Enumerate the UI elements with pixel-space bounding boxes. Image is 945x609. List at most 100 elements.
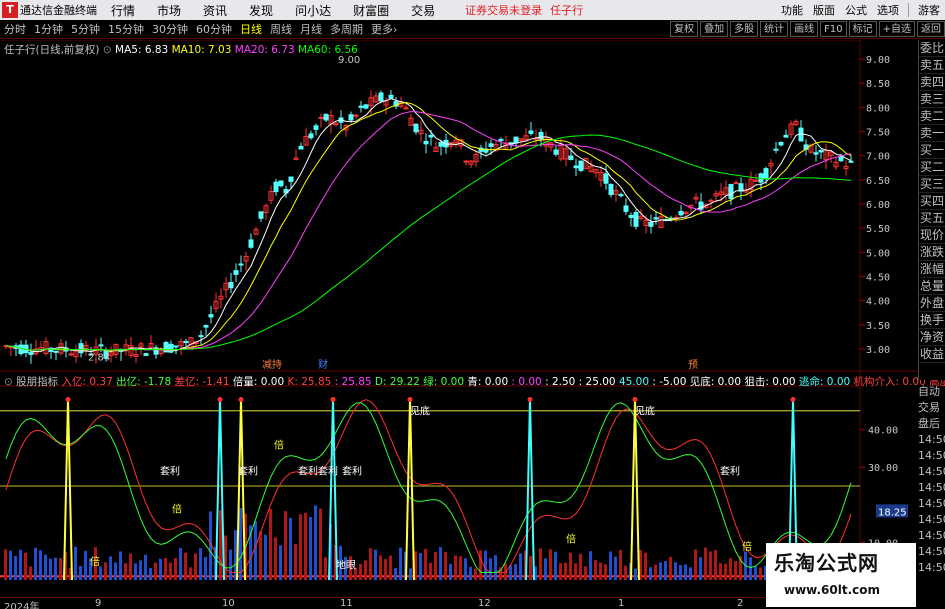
quote-row-2[interactable]: 卖四 [919,74,945,91]
btn-duogu[interactable]: 多股 [730,21,759,37]
candle-body [273,181,279,193]
signal-spike [630,399,640,581]
menu-caifuquan[interactable]: 财富圈 [353,2,389,19]
menu-wenxiaoda[interactable]: 问小达 [295,2,331,19]
quote-row-7[interactable]: 买二 [919,159,945,176]
candle-body [438,141,444,147]
btn-diejia[interactable]: 叠加 [700,21,729,37]
settings-icon[interactable]: ⊙ [4,376,13,388]
settings-icon[interactable]: ⊙ [103,44,112,56]
trade-row-11[interactable]: 14:50 [918,560,945,576]
menu-gongneng[interactable]: 功能 [781,2,803,18]
trade-row-2[interactable]: 盘后 [918,416,945,432]
trade-row-7[interactable]: 14:50 [918,496,945,512]
btn-huaxian[interactable]: 画线 [790,21,819,37]
quote-row-9[interactable]: 买四 [919,193,945,210]
trade-row-10[interactable]: 14:50 [918,544,945,560]
menu-jiaoyi[interactable]: 交易 [411,2,435,19]
quote-row-12[interactable]: 涨跌 [919,244,945,261]
tab-weekly[interactable]: 周线 [270,21,292,37]
trade-row-0[interactable]: 自动 [918,384,945,400]
indicator-bar [319,508,322,580]
quote-row-17[interactable]: 净资 [919,329,945,346]
menu-hangqing[interactable]: 行情 [111,2,135,19]
quote-row-3[interactable]: 卖三 [919,91,945,108]
indicator-bar [129,553,132,580]
ma60-line [5,134,852,351]
tab-5min[interactable]: 5分钟 [71,21,100,37]
quote-row-11[interactable]: 现价 [919,227,945,244]
indicator-bar [39,550,42,580]
quote-row-15[interactable]: 外盘 [919,295,945,312]
price-axis: 9.00 8.50 8.00 7.50 7.00 6.50 6.00 5.50 5.00 4.50… [88,55,908,549]
quote-row-8[interactable]: 买三 [919,176,945,193]
menu-banmian[interactable]: 版面 [813,2,835,18]
menu-xuanxiang[interactable]: 选项 [877,2,899,18]
indicator-value-0: 入亿: 0.37 [61,376,113,388]
quote-row-0[interactable]: 委比 [919,40,945,57]
ma60-value: MA60: 6.56 [297,44,358,56]
btn-f10[interactable]: F10 [820,21,847,37]
login-warning[interactable]: 证券交易未登录 [465,2,542,18]
spike-dot [217,397,223,403]
quote-row-4[interactable]: 卖二 [919,108,945,125]
menu-gongshi[interactable]: 公式 [845,2,867,18]
menu-zixun[interactable]: 资讯 [203,2,227,19]
chart-grid [0,40,918,597]
candle-body [313,125,319,130]
trade-row-8[interactable]: 14:50 [918,512,945,528]
indicator-bar [564,562,567,580]
indicator-bar [649,567,652,580]
indicator-value-9: : 0.00 [508,376,542,388]
btn-fuquan[interactable]: 复权 [670,21,699,37]
guest-label[interactable]: 游客 [918,2,940,18]
indicator-bar [694,549,697,580]
indicator-bar [369,548,372,580]
tab-60min[interactable]: 60分钟 [196,21,232,37]
indicator-name[interactable]: 股朋指标 [16,376,58,388]
quote-row-6[interactable]: 买一 [919,142,945,159]
candle-body [728,183,734,200]
btn-back[interactable]: 返回 [917,21,945,37]
indicator-label: 套利 [342,465,362,478]
quote-row-16[interactable]: 换手 [919,312,945,329]
stock-name-title: 任子行 [550,4,584,17]
menu-faxian[interactable]: 发现 [249,2,273,19]
app-name: 通达信金融终端 [20,4,97,17]
tab-more[interactable]: 更多› [371,21,397,37]
trade-row-3[interactable]: 14:50 [918,432,945,448]
quote-row-5[interactable]: 卖一 [919,125,945,142]
quote-row-13[interactable]: 涨幅 [919,261,945,278]
trade-row-6[interactable]: 14:50 [918,480,945,496]
candle-body [78,343,84,354]
btn-add-watchlist[interactable]: +自选 [878,21,915,37]
trade-row-1[interactable]: 交易 [918,400,945,416]
price-axis-label: 6.50 [866,176,890,187]
tab-30min[interactable]: 30分钟 [152,21,188,37]
btn-biaoji[interactable]: 标记 [848,21,877,37]
indicator-info-line: ⊙ 股朋指标 入亿: 0.37 出亿: -1.78 差亿: -1.41 倍量: … [4,374,945,389]
indicator-bar [514,564,517,580]
quote-row-10[interactable]: 买五 [919,210,945,227]
chart-area[interactable]: 见底 见底套利 套利 套利 套利 套利 套利倍倍倍倍倍地眼 9.008.508.007.50… [0,40,918,597]
btn-tongji[interactable]: 统计 [760,21,789,37]
indicator-axis-label: 30.00 [868,463,898,474]
quote-row-14[interactable]: 总量 [919,278,945,295]
tab-15min[interactable]: 15分钟 [108,21,144,37]
indicator-bar [489,558,492,580]
menu-shichang[interactable]: 市场 [157,2,181,19]
indicator-bar [134,563,137,580]
tab-1min[interactable]: 1分钟 [34,21,63,37]
quote-row-18[interactable]: 收益 [919,346,945,363]
trade-row-5[interactable]: 14:50 [918,464,945,480]
tab-fenshi[interactable]: 分时 [4,21,26,37]
trade-row-9[interactable]: 14:50 [918,528,945,544]
tab-daily[interactable]: 日线 [240,21,262,37]
candle-body [538,131,544,140]
tab-monthly[interactable]: 月线 [300,21,322,37]
indicator-bar [229,549,232,580]
tab-multi-period[interactable]: 多周期 [330,21,363,37]
quote-row-1[interactable]: 卖五 [919,57,945,74]
trade-row-4[interactable]: 14:50 [918,448,945,464]
candle-body [633,212,639,227]
